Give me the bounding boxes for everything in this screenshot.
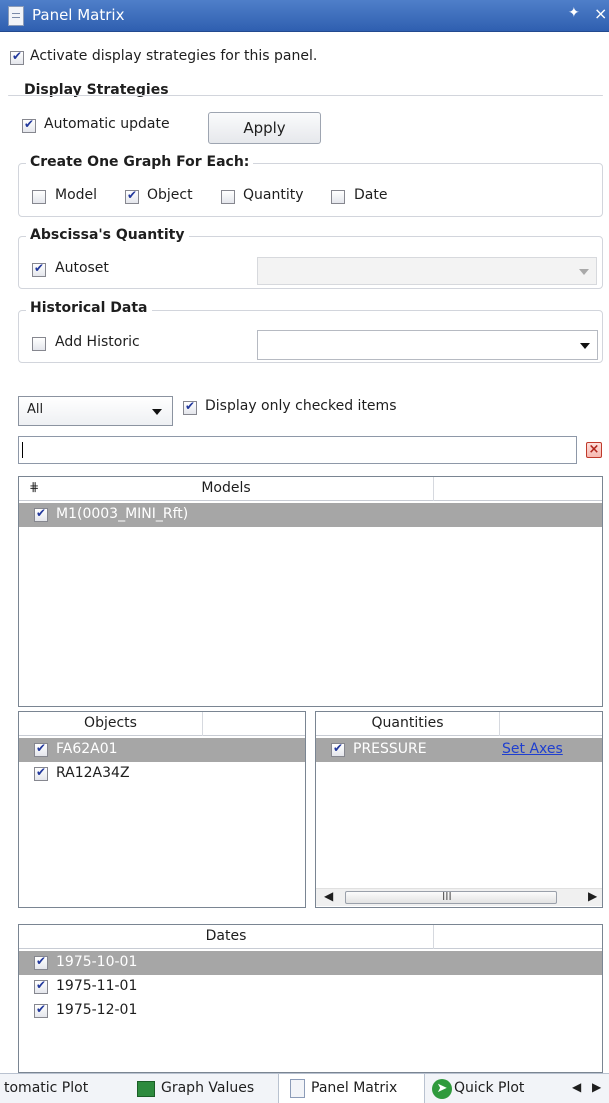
filter-dropdown[interactable]: All bbox=[18, 396, 173, 426]
quantity-row[interactable]: PRESSURE Set Axes bbox=[316, 738, 602, 762]
pin-icon[interactable]: ✦ bbox=[568, 5, 580, 21]
dates-grid: Dates 1975-10-01 1975-11-01 1975-12-01 bbox=[18, 924, 603, 1073]
model-row-label: M1(0003_MINI_Rft) bbox=[56, 506, 189, 522]
add-historic-label: Add Historic bbox=[55, 334, 140, 350]
date-row-checkbox[interactable] bbox=[34, 978, 48, 994]
display-strategies-divider bbox=[8, 95, 603, 96]
object-row-label: RA12A34Z bbox=[56, 765, 130, 781]
object-row-label: FA62A01 bbox=[56, 741, 118, 757]
filter-value: All bbox=[27, 402, 44, 417]
display-only-checked-checkbox[interactable] bbox=[183, 399, 197, 415]
model-label: Model bbox=[55, 187, 98, 203]
objects-header-cell[interactable]: Objects bbox=[19, 712, 203, 736]
scrollbar-thumb[interactable]: III bbox=[345, 890, 557, 904]
objects-grid: Objects FA62A01 RA12A34Z bbox=[18, 711, 306, 908]
apply-button[interactable]: Apply bbox=[208, 112, 321, 144]
chevron-down-icon bbox=[580, 343, 590, 349]
panel-title-bar: Panel Matrix ✦ × bbox=[0, 0, 609, 32]
models-header-label: Models bbox=[201, 480, 251, 496]
object-row-checkbox[interactable] bbox=[34, 765, 48, 781]
quantities-header-cell[interactable]: Quantities bbox=[316, 712, 500, 736]
tab-label: Panel Matrix bbox=[311, 1080, 398, 1096]
display-only-checked-label: Display only checked items bbox=[205, 398, 397, 414]
date-row-label: 1975-12-01 bbox=[56, 1002, 138, 1018]
dates-header: Dates bbox=[19, 925, 602, 949]
object-label: Object bbox=[147, 187, 193, 203]
quantity-checkbox[interactable] bbox=[221, 190, 235, 204]
spreadsheet-icon bbox=[137, 1081, 155, 1097]
text-cursor bbox=[22, 442, 23, 458]
models-header-cell[interactable]: Models bbox=[19, 477, 434, 501]
close-icon[interactable]: × bbox=[594, 4, 607, 23]
tab-quick-plot[interactable]: ➤ Quick Plot bbox=[428, 1074, 558, 1103]
create-graph-group bbox=[18, 163, 603, 217]
object-row[interactable]: FA62A01 bbox=[19, 738, 305, 762]
panel-title: Panel Matrix bbox=[32, 6, 125, 24]
tab-automatic-plot[interactable]: tomatic Plot bbox=[0, 1074, 127, 1103]
quantities-header: Quantities bbox=[316, 712, 602, 736]
models-header: ⋕ Models bbox=[19, 477, 602, 501]
tab-label: Quick Plot bbox=[454, 1080, 525, 1096]
dates-header-cell[interactable]: Dates bbox=[19, 925, 434, 949]
objects-header: Objects bbox=[19, 712, 305, 736]
automatic-update-label: Automatic update bbox=[44, 116, 170, 132]
object-checkbox[interactable] bbox=[125, 188, 139, 204]
historical-heading: Historical Data bbox=[26, 300, 152, 316]
tab-panel-matrix[interactable]: Panel Matrix bbox=[278, 1074, 425, 1103]
clear-search-icon[interactable]: × bbox=[586, 442, 602, 458]
horizontal-scrollbar[interactable]: ◀ III ▶ bbox=[316, 888, 602, 906]
chevron-down-icon bbox=[579, 269, 589, 275]
quantity-row-label: PRESSURE bbox=[353, 741, 427, 757]
abscissa-quantity-dropdown[interactable] bbox=[257, 257, 597, 285]
quantities-grid: Quantities PRESSURE Set Axes ◀ III ▶ bbox=[315, 711, 603, 908]
model-row[interactable]: M1(0003_MINI_Rft) bbox=[19, 503, 602, 527]
activate-checkbox[interactable] bbox=[10, 49, 24, 65]
date-row-checkbox[interactable] bbox=[34, 1002, 48, 1018]
date-row[interactable]: 1975-11-01 bbox=[19, 975, 602, 999]
create-graph-heading: Create One Graph For Each: bbox=[26, 154, 254, 170]
models-grid: ⋕ Models M1(0003_MINI_Rft) bbox=[18, 476, 603, 707]
date-label: Date bbox=[354, 187, 388, 203]
model-row-checkbox[interactable] bbox=[34, 506, 48, 522]
tab-label: Graph Values bbox=[161, 1080, 255, 1096]
set-axes-link[interactable]: Set Axes bbox=[502, 741, 563, 757]
quantity-row-checkbox[interactable] bbox=[331, 741, 345, 757]
tab-graph-values[interactable]: Graph Values bbox=[127, 1074, 275, 1103]
object-row-checkbox[interactable] bbox=[34, 741, 48, 757]
abscissa-heading: Abscissa's Quantity bbox=[26, 227, 189, 243]
quantities-header-label: Quantities bbox=[371, 715, 444, 731]
scroll-right-icon[interactable]: ▶ bbox=[588, 889, 597, 903]
date-checkbox[interactable] bbox=[331, 190, 345, 204]
objects-header-label: Objects bbox=[84, 715, 137, 731]
autoset-label: Autoset bbox=[55, 260, 109, 276]
activate-label: Activate display strategies for this pan… bbox=[30, 48, 318, 64]
automatic-update-checkbox[interactable] bbox=[22, 117, 36, 133]
date-row-label: 1975-11-01 bbox=[56, 978, 138, 994]
tab-label: tomatic Plot bbox=[4, 1080, 89, 1096]
date-row[interactable]: 1975-10-01 bbox=[19, 951, 602, 975]
object-row[interactable]: RA12A34Z bbox=[19, 762, 305, 786]
tab-scroll-right-icon[interactable]: ▶ bbox=[592, 1080, 601, 1094]
panel-tab-strip: tomatic Plot Graph Values Panel Matrix ➤… bbox=[0, 1073, 609, 1103]
document-icon bbox=[290, 1079, 305, 1098]
autoset-checkbox[interactable] bbox=[32, 261, 46, 277]
document-icon bbox=[8, 6, 24, 26]
date-row[interactable]: 1975-12-01 bbox=[19, 999, 602, 1023]
scroll-left-icon[interactable]: ◀ bbox=[324, 889, 333, 903]
search-input[interactable] bbox=[18, 436, 577, 464]
quantity-label: Quantity bbox=[243, 187, 304, 203]
runner-icon: ➤ bbox=[432, 1079, 452, 1099]
chevron-down-icon bbox=[152, 409, 162, 415]
dates-header-label: Dates bbox=[205, 928, 247, 944]
model-checkbox[interactable] bbox=[32, 190, 46, 204]
date-row-label: 1975-10-01 bbox=[56, 954, 138, 970]
scrollbar-grip: III bbox=[442, 890, 452, 903]
tab-scroll-left-icon[interactable]: ◀ bbox=[572, 1080, 581, 1094]
date-row-checkbox[interactable] bbox=[34, 954, 48, 970]
add-historic-checkbox[interactable] bbox=[32, 337, 46, 351]
historic-dropdown[interactable] bbox=[257, 330, 598, 360]
